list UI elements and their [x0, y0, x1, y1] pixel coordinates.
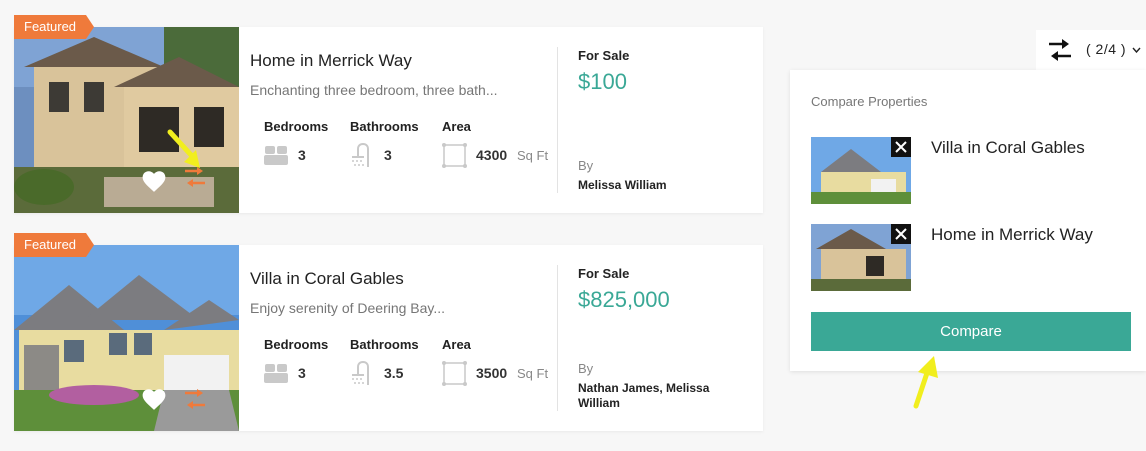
by-label: By	[578, 158, 594, 173]
compare-toggle-button[interactable]: ( 2/4 )	[1036, 30, 1146, 70]
close-icon	[895, 141, 907, 153]
bed-icon	[264, 146, 288, 165]
listing-status: For Sale	[578, 266, 630, 281]
featured-badge: Featured	[14, 233, 95, 257]
listing-price: $825,000	[578, 287, 670, 312]
close-icon	[895, 228, 907, 240]
area-icon	[442, 143, 467, 168]
shower-icon	[352, 143, 369, 167]
favorite-icon[interactable]	[141, 169, 167, 193]
bedrooms-value: 3	[298, 147, 306, 163]
listing-description: Enchanting three bedroom, three bath...	[250, 82, 498, 98]
bathrooms-value: 3	[384, 147, 392, 163]
bedrooms-label: Bedrooms	[264, 337, 329, 352]
compare-heading: Compare Properties	[811, 94, 928, 109]
area-unit: Sq Ft	[517, 366, 549, 381]
chevron-down-icon	[1132, 47, 1141, 53]
area-value: 3500	[476, 365, 508, 381]
area-icon	[442, 361, 467, 386]
compare-count: ( 2/4 )	[1086, 41, 1127, 57]
compare-swap-icon	[1049, 39, 1071, 61]
bathrooms-label: Bathrooms	[350, 119, 419, 134]
listing-description: Enjoy serenity of Deering Bay...	[250, 300, 446, 316]
bathrooms-label: Bathrooms	[350, 337, 419, 352]
pointer-arrow-icon	[167, 129, 200, 168]
compare-button[interactable]: Compare	[811, 312, 1131, 351]
remove-compare-button[interactable]	[891, 224, 911, 244]
divider	[557, 265, 558, 411]
listing-title[interactable]: Villa in Coral Gables	[250, 269, 404, 289]
featured-badge: Featured	[14, 15, 95, 39]
agent-name[interactable]: Nathan James, Melissa William	[578, 381, 738, 411]
area-unit: Sq Ft	[517, 148, 549, 163]
divider	[557, 47, 558, 193]
bed-icon	[264, 364, 288, 383]
compare-item-title[interactable]: Villa in Coral Gables	[931, 138, 1085, 158]
listing-price: $100	[578, 69, 627, 94]
pointer-arrow-icon	[913, 356, 938, 409]
remove-compare-button[interactable]	[891, 137, 911, 157]
shower-icon	[352, 361, 369, 385]
area-label: Area	[442, 119, 471, 134]
bathrooms-value: 3.5	[384, 365, 404, 381]
favorite-icon[interactable]	[141, 387, 167, 411]
compare-panel: Compare Properties Villa in Coral Gables…	[790, 70, 1146, 371]
compare-arrows-icon[interactable]	[181, 385, 209, 413]
by-label: By	[578, 361, 594, 376]
bedrooms-label: Bedrooms	[264, 119, 329, 134]
area-label: Area	[442, 337, 471, 352]
area-value: 4300	[476, 147, 508, 163]
listing-status: For Sale	[578, 48, 630, 63]
agent-name[interactable]: Melissa William	[578, 178, 738, 193]
compare-item-title[interactable]: Home in Merrick Way	[931, 225, 1093, 245]
listing-title[interactable]: Home in Merrick Way	[250, 51, 412, 71]
bedrooms-value: 3	[298, 365, 306, 381]
